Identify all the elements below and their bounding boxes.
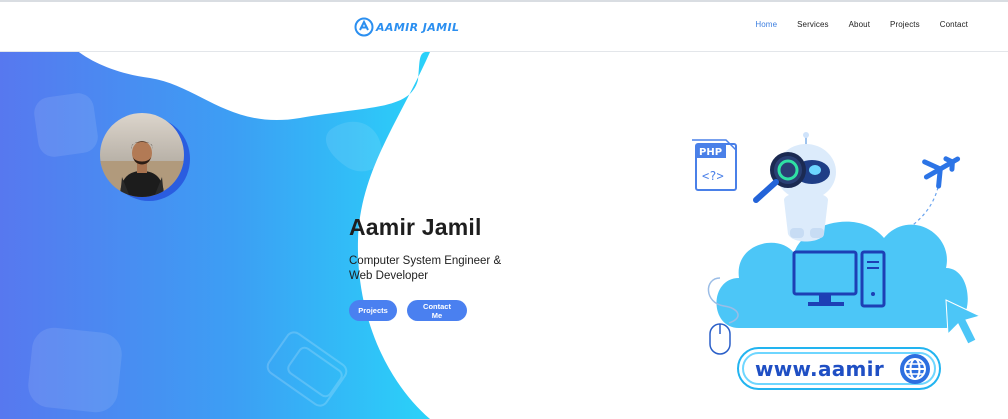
person-silhouette <box>100 141 184 197</box>
globe-icon <box>900 354 930 384</box>
nav-projects[interactable]: Projects <box>890 20 920 29</box>
main-nav: Home Services About Projects Contact <box>755 20 968 29</box>
airplane-icon <box>922 156 961 189</box>
php-label: PHP <box>699 147 722 158</box>
hero-role: Computer System Engineer & Web Developer <box>349 255 502 282</box>
php-file-icon: PHP <?> <box>692 139 737 191</box>
nav-home[interactable]: Home <box>755 20 777 29</box>
logo[interactable]: AAMIR JAMIL <box>354 16 459 38</box>
hero-intro: Aamir Jamil Computer System Engineer & W… <box>349 214 589 321</box>
nav-contact[interactable]: Contact <box>940 20 968 29</box>
avatar-photo <box>100 113 184 197</box>
hero-name: Aamir Jamil <box>349 214 482 240</box>
page: AAMIR JAMIL Home Services About Projects… <box>0 0 1008 419</box>
nav-services[interactable]: Services <box>797 20 828 29</box>
profile-avatar <box>100 113 190 203</box>
url-text: www.aamir <box>755 357 884 381</box>
php-code: <?> <box>702 169 724 183</box>
contact-me-button[interactable]: Contact Me <box>407 300 467 321</box>
projects-button[interactable]: Projects <box>349 300 397 321</box>
logo-icon <box>354 17 374 37</box>
cloud-icon <box>716 221 968 328</box>
url-bar: www.aamir <box>737 347 941 390</box>
nav-about[interactable]: About <box>849 20 870 29</box>
hero-buttons: Projects Contact Me <box>349 300 589 321</box>
logo-text: AAMIR JAMIL <box>376 20 460 34</box>
navbar: AAMIR JAMIL Home Services About Projects… <box>0 0 1008 52</box>
